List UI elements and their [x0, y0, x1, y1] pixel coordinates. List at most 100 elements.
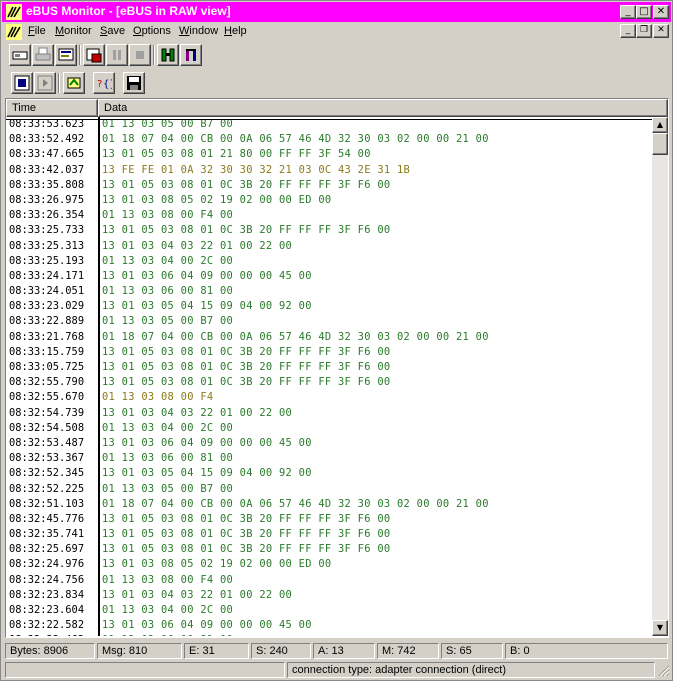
row-data: 01 13 03 05 00 B7 00: [102, 315, 234, 328]
menu-file[interactable]: File: [28, 25, 46, 37]
menu-window[interactable]: Window: [179, 25, 218, 37]
table-row[interactable]: 08:33:35.808 13 01 05 03 08 01 0C 3B 20 F…: [6, 178, 652, 193]
document-icon[interactable]: [6, 24, 22, 40]
table-row[interactable]: 08:32:23.604 01 13 03 04 00 2C 00: [6, 603, 652, 618]
maximize-icon: □: [639, 6, 649, 17]
print-button[interactable]: [32, 44, 54, 66]
table-row[interactable]: 08:33:26.975 13 01 03 08 05 02 19 02 00 0…: [6, 193, 652, 208]
arrow-up-icon: ▲: [656, 120, 664, 129]
table-row[interactable]: 08:32:35.741 13 01 05 03 08 01 0C 3B 20 F…: [6, 527, 652, 542]
maximize-button[interactable]: □: [636, 5, 652, 19]
minimize-button[interactable]: _: [620, 5, 636, 19]
table-row[interactable]: 08:33:47.665 13 01 05 03 08 01 21 80 00 F…: [6, 147, 652, 162]
table-row[interactable]: 08:32:52.225 01 13 03 05 00 B7 00: [6, 482, 652, 497]
table-row[interactable]: 08:33:26.354 01 13 03 08 00 F4 00: [6, 208, 652, 223]
table-row[interactable]: 08:33:25.193 01 13 03 04 00 2C 00: [6, 254, 652, 269]
table-row[interactable]: 08:33:22.889 01 13 03 05 00 B7 00: [6, 314, 652, 329]
table-row[interactable]: 08:33:25.733 13 01 05 03 08 01 0C 3B 20 F…: [6, 223, 652, 238]
table-row[interactable]: 08:32:45.776 13 01 05 03 08 01 0C 3B 20 F…: [6, 512, 652, 527]
table-row[interactable]: 08:32:24.756 01 13 03 08 00 F4 00: [6, 573, 652, 588]
stop-button[interactable]: [129, 44, 151, 66]
table-row[interactable]: 08:32:53.367 01 13 03 06 00 81 00: [6, 451, 652, 466]
row-time: 08:33:25.313: [9, 239, 85, 252]
row-time: 08:32:45.776: [9, 512, 85, 525]
table-row[interactable]: 08:33:24.051 01 13 03 06 00 81 00: [6, 284, 652, 299]
scroll-up-button[interactable]: ▲: [652, 117, 668, 133]
table-row[interactable]: 08:32:23.834 13 01 03 04 03 22 01 00 22 0…: [6, 588, 652, 603]
menu-help[interactable]: Help: [224, 25, 247, 37]
table-row[interactable]: 08:32:25.697 13 01 05 03 08 01 0C 3B 20 F…: [6, 542, 652, 557]
row-time: 08:32:51.103: [9, 497, 85, 510]
scroll-down-button[interactable]: ▼: [652, 620, 668, 636]
status-s2: S: 65: [441, 643, 503, 659]
print-icon: [35, 47, 51, 61]
mdi-minimize-button[interactable]: _: [620, 24, 636, 38]
table-row[interactable]: 08:32:55.790 13 01 05 03 08 01 0C 3B 20 F…: [6, 375, 652, 390]
table-row[interactable]: 08:32:54.508 01 13 03 04 00 2C 00: [6, 421, 652, 436]
row-data: 01 13 03 05 00 B7 00: [102, 482, 234, 495]
graph-icon: [186, 49, 196, 61]
table-row[interactable]: 08:33:24.171 13 01 03 06 04 09 00 00 00 4…: [6, 269, 652, 284]
status-b: B: 0: [505, 643, 668, 659]
table-row[interactable]: 08:32:22.462 01 13 03 06 00 81 00: [6, 633, 652, 636]
menu-save[interactable]: Save: [100, 25, 125, 37]
table-row[interactable]: 08:32:51.103 01 18 07 04 00 CB 00 0A 06 5…: [6, 497, 652, 512]
table-row[interactable]: 08:32:22.582 13 01 03 06 04 09 00 00 00 4…: [6, 618, 652, 633]
title-bar[interactable]: eBUS Monitor - [eBUS in RAW view] _ □ ✕: [2, 2, 671, 22]
row-data: 13 01 03 06 04 09 00 00 00 45 00: [102, 436, 312, 449]
close-button[interactable]: ✕: [653, 5, 669, 19]
row-data: 13 01 03 08 05 02 19 02 00 00 ED 00: [102, 193, 332, 206]
column-header-data[interactable]: Data: [98, 99, 668, 117]
table-row[interactable]: 08:32:55.670 01 13 03 08 00 F4: [6, 390, 652, 405]
row-time: 08:33:26.354: [9, 209, 85, 222]
row-time: 08:33:47.665: [9, 148, 85, 161]
table-row[interactable]: 08:32:24.976 13 01 03 08 05 02 19 02 00 0…: [6, 557, 652, 572]
row-data: 01 13 03 06 00 81 00: [102, 452, 234, 465]
query-button[interactable]: ?{}: [93, 72, 115, 94]
scroll-thumb[interactable]: [652, 133, 668, 155]
pause-button[interactable]: [106, 44, 128, 66]
table-row[interactable]: 08:33:05.725 13 01 05 03 08 01 0C 3B 20 F…: [6, 360, 652, 375]
status-msg: Msg: 810: [97, 643, 182, 659]
row-data: 01 13 03 04 00 2C 00: [102, 604, 234, 616]
table-row[interactable]: 08:33:42.037 13 FE FE 01 0A 32 30 30 32 2…: [6, 163, 652, 178]
row-time: 08:33:25.193: [9, 254, 85, 267]
menu-monitor[interactable]: Monitor: [55, 25, 92, 37]
row-data: 13 01 05 03 08 01 0C 3B 20 FF FF FF 3F F…: [102, 543, 391, 556]
table-row[interactable]: 08:32:54.739 13 01 03 04 03 22 01 00 22 0…: [6, 406, 652, 421]
play-icon: [37, 75, 53, 91]
table-row[interactable]: 08:33:21.768 01 18 07 04 00 CB 00 0A 06 5…: [6, 330, 652, 345]
filter-button[interactable]: [55, 44, 77, 66]
table-row[interactable]: 08:33:52.492 01 18 07 04 00 CB 00 0A 06 5…: [6, 132, 652, 147]
raw-data-list[interactable]: Time Data 08:33:53.623 01 13 03 05 00 B7 …: [5, 98, 669, 638]
row-time: 08:32:52.345: [9, 467, 85, 480]
connect-button[interactable]: [9, 44, 31, 66]
record-button[interactable]: [11, 72, 33, 94]
menu-options[interactable]: Options: [133, 25, 171, 37]
vertical-scrollbar[interactable]: ▲ ▼: [652, 117, 668, 636]
search-button[interactable]: [157, 44, 179, 66]
minimize-icon: _: [625, 25, 631, 35]
mdi-close-button[interactable]: ✕: [653, 24, 669, 38]
row-data: 13 01 05 03 08 01 0C 3B 20 FF FF FF 3F F…: [102, 178, 391, 191]
play-button[interactable]: [34, 72, 56, 94]
column-header-time[interactable]: Time: [6, 99, 98, 117]
row-data: 13 01 03 04 03 22 01 00 22 00: [102, 588, 293, 601]
table-row[interactable]: 08:33:15.759 13 01 05 03 08 01 0C 3B 20 F…: [6, 345, 652, 360]
refresh-button[interactable]: [63, 72, 85, 94]
table-row[interactable]: 08:32:53.487 13 01 03 06 04 09 00 00 00 4…: [6, 436, 652, 451]
capture-button[interactable]: [83, 44, 105, 66]
save-button[interactable]: [123, 72, 145, 94]
row-time: 08:33:26.975: [9, 193, 85, 206]
table-row[interactable]: 08:33:25.313 13 01 03 04 03 22 01 00 22 0…: [6, 239, 652, 254]
row-data: 01 18 07 04 00 CB 00 0A 06 57 46 4D 32 3…: [102, 497, 489, 510]
mdi-restore-button[interactable]: ❐: [636, 24, 652, 38]
status-s: S: 240: [251, 643, 311, 659]
row-data: 13 01 03 05 04 15 09 04 00 92 00: [102, 300, 312, 313]
row-data: 01 13 03 04 00 2C 00: [102, 254, 234, 267]
graph-button[interactable]: [180, 44, 202, 66]
table-row[interactable]: 08:33:23.029 13 01 03 05 04 15 09 04 00 9…: [6, 299, 652, 314]
record-icon: [14, 75, 30, 91]
resize-grip-icon[interactable]: [658, 665, 670, 677]
table-row[interactable]: 08:32:52.345 13 01 03 05 04 15 09 04 00 9…: [6, 466, 652, 481]
